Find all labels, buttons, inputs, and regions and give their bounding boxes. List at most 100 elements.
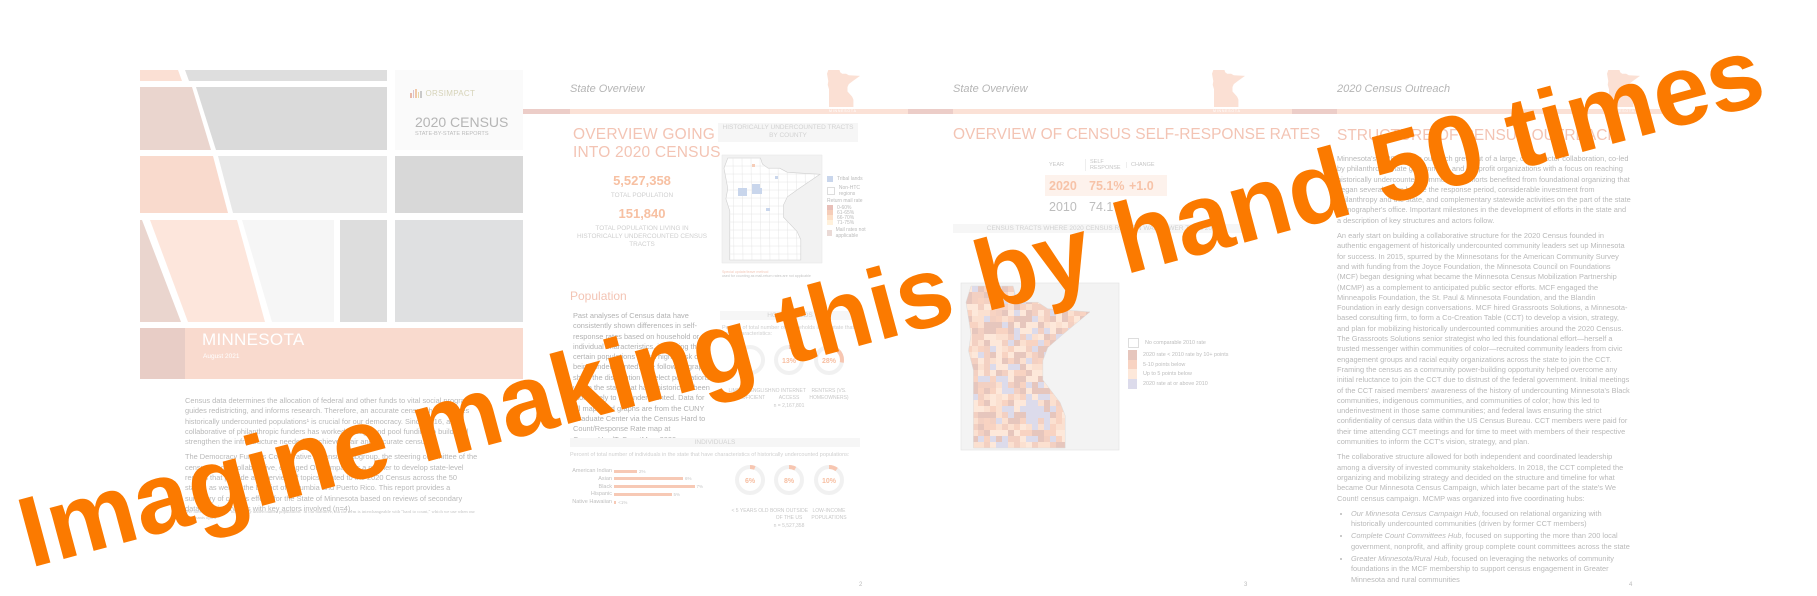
tract-cell <box>1044 442 1051 448</box>
tract-cell <box>978 424 985 431</box>
population-paragraph: Past analyses of Census data have consis… <box>573 311 711 444</box>
individuals-title: INDIVIDUALS <box>570 438 860 447</box>
donut-value: 8% <box>784 478 795 485</box>
minnesota-outline-icon <box>1607 70 1640 107</box>
cover-body: Census data determines the allocation of… <box>185 396 479 519</box>
tract-cell <box>978 340 985 347</box>
tract-cell <box>1044 316 1051 323</box>
tract-cell <box>972 286 979 293</box>
tract-cell <box>1002 412 1009 419</box>
self-response-change-map <box>960 282 1120 451</box>
legend-swatch <box>1128 369 1137 380</box>
tract-cell <box>1038 334 1045 341</box>
tract-cell <box>978 334 985 341</box>
tract-cell <box>1032 406 1039 413</box>
htc-tract-area <box>752 164 755 167</box>
minnesota-state-icons <box>827 70 1640 107</box>
minnesota-outline-icon <box>1212 70 1245 107</box>
tract-cell <box>1032 436 1039 443</box>
tract-cell <box>1032 388 1039 395</box>
tract-cell <box>972 352 979 359</box>
tract-cell <box>1038 406 1045 413</box>
tract-cell <box>984 442 991 448</box>
page4-body: Minnesota's 2020 Census outreach grew ou… <box>1337 154 1631 587</box>
bar-value: 5% <box>673 491 681 497</box>
legend-label: Mail rates not applicable <box>835 227 866 239</box>
tract-cell <box>984 436 991 443</box>
tract-cell <box>990 376 997 383</box>
tract-cell <box>978 310 985 317</box>
logo-text: ORSIMPACT <box>425 89 476 98</box>
tract-cell <box>1044 412 1051 419</box>
total-population-label: TOTAL POPULATION <box>610 192 674 199</box>
tract-cell <box>978 400 985 407</box>
tract-cell <box>1014 316 1021 323</box>
htc-map-note: Special update/leave method used for cou… <box>722 270 811 278</box>
tract-cell <box>1008 370 1015 377</box>
page4-paragraph: An early start on building a collaborati… <box>1337 231 1630 447</box>
tract-cell <box>1014 376 1021 383</box>
legend-item: 5-10 points below <box>1128 359 1228 370</box>
tract-cell <box>1026 436 1033 443</box>
tract-cell <box>984 412 991 419</box>
tract-cell <box>1050 430 1057 437</box>
tract-cell <box>978 370 985 377</box>
tract-cell <box>1032 412 1039 419</box>
tract-cell <box>1050 442 1057 448</box>
tract-cell <box>978 376 985 383</box>
tract-cell <box>1008 394 1015 401</box>
tract-cell <box>996 418 1003 425</box>
tract-cell <box>1020 370 1027 377</box>
tract-cell <box>1020 334 1027 341</box>
tract-cell <box>990 340 997 347</box>
minnesota-outline-icon <box>827 70 860 107</box>
tract-cell <box>1050 436 1057 443</box>
tract-cell <box>1002 430 1009 437</box>
donut-n: n = 5,527,358 <box>773 523 805 529</box>
tract-cell <box>996 304 1003 311</box>
htc-population-value: 151,840 <box>618 206 666 221</box>
tract-cell <box>1008 382 1015 389</box>
tract-cell <box>1044 436 1051 443</box>
tract-cell <box>978 442 985 448</box>
cover-state: MINNESOTA <box>202 330 305 349</box>
page4-number: 4 <box>1629 582 1633 588</box>
tract-cell <box>1056 322 1063 329</box>
tract-cell <box>996 406 1003 413</box>
cover-title: 2020 CENSUS <box>415 114 509 130</box>
page2-title-line: INTO 2020 CENSUS <box>573 144 721 161</box>
tract-cell <box>1062 316 1069 323</box>
tract-cell <box>1026 382 1033 389</box>
tract-cell <box>1020 364 1027 371</box>
page3-section-header: State Overview <box>953 83 1028 95</box>
tract-cell <box>996 352 1003 359</box>
tract-cell <box>984 430 991 437</box>
tract-cell <box>1032 310 1039 317</box>
tract-cell <box>1008 430 1015 437</box>
tract-cell <box>1008 304 1015 311</box>
table-row: 2020 75.1% +1.0 <box>1045 175 1167 196</box>
tract-cell <box>1020 316 1027 323</box>
tract-cell <box>1026 412 1033 419</box>
tract-cell <box>1020 436 1027 443</box>
tract-cell <box>1002 328 1009 335</box>
tract-cell <box>1032 334 1039 341</box>
tract-cell <box>972 322 979 329</box>
tract-cell <box>1038 418 1045 425</box>
tract-cell <box>996 298 1003 305</box>
cover-date: August 2021 <box>203 353 240 360</box>
tract-cell <box>978 430 985 437</box>
tract-cell <box>1002 364 1009 371</box>
tract-cell <box>1056 406 1063 413</box>
tract-cell <box>1020 376 1027 383</box>
tract-cell <box>1014 400 1021 407</box>
tract-cell <box>984 352 991 359</box>
tract-cell <box>1008 334 1015 341</box>
tract-cell <box>1002 310 1009 317</box>
tract-cell <box>1008 316 1015 323</box>
tract-cell <box>1026 424 1033 431</box>
list-item: Complete Count Committees Hub, focused o… <box>1351 531 1631 552</box>
tract-cell <box>984 364 991 371</box>
tract-cell <box>1008 388 1015 395</box>
tract-cell <box>1038 442 1045 448</box>
